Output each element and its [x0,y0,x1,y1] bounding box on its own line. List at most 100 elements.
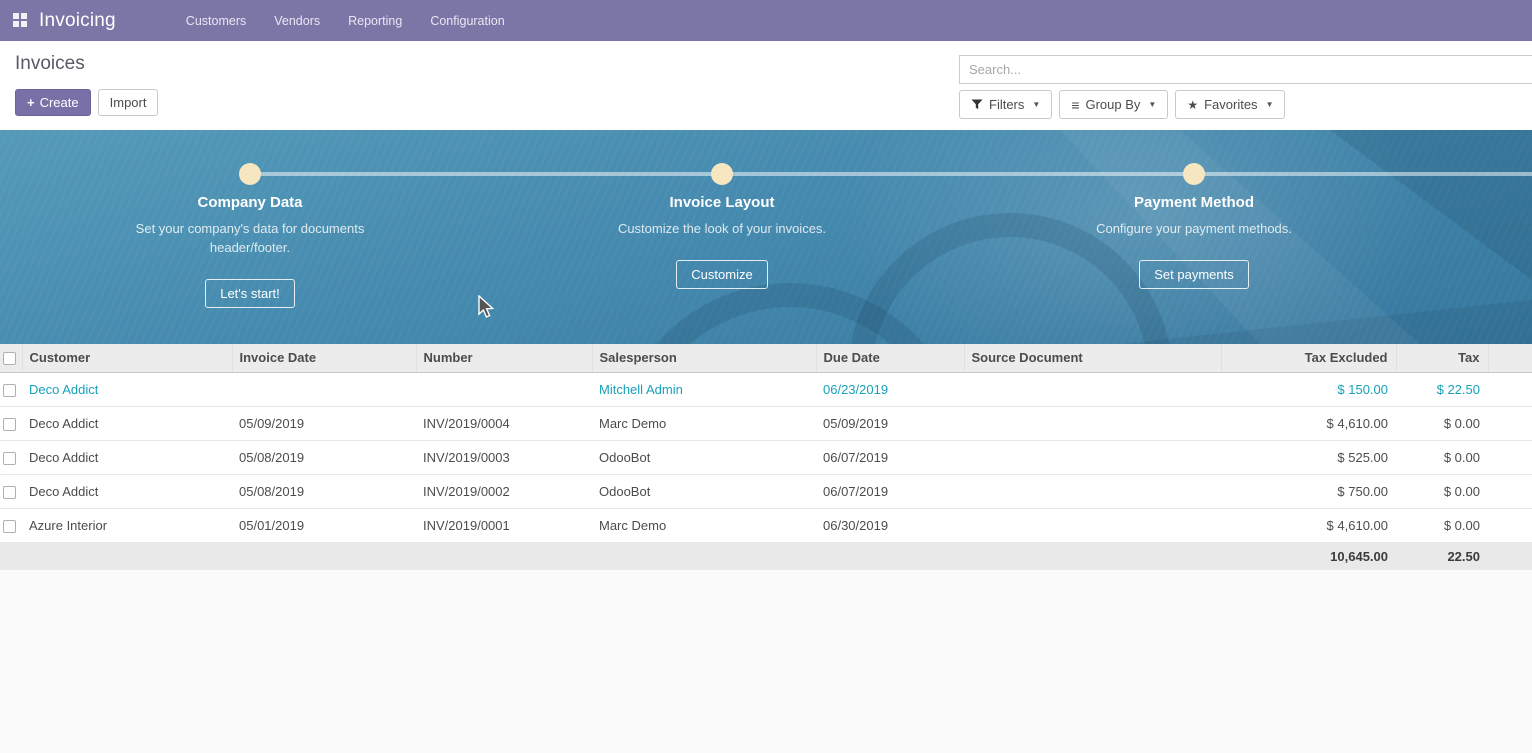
table-totals-row: 10,645.00 22.50 [0,542,1532,570]
cell-source-document[interactable] [964,508,1221,542]
table-row[interactable]: Deco Addict Mitchell Admin06/23/2019 $ 150… [0,372,1532,406]
cell-due-date[interactable]: 06/23/2019 [816,372,964,406]
cell-tax-excluded[interactable]: $ 750.00 [1221,474,1396,508]
plus-icon: + [27,95,35,110]
menu-item-reporting[interactable]: Reporting [334,0,416,41]
cell-customer[interactable]: Deco Addict [22,406,232,440]
total-tax-excluded: 10,645.00 [1221,542,1396,570]
menu-item-configuration[interactable]: Configuration [416,0,518,41]
action-buttons: +Create Import [15,89,158,116]
cell-tax-excluded[interactable]: $ 525.00 [1221,440,1396,474]
cell-tax[interactable]: $ 0.00 [1396,440,1488,474]
group-by-button-label: Group By [1085,97,1140,112]
caret-down-icon: ▼ [1148,100,1156,109]
invoices-table: CustomerInvoice DateNumberSalespersonDue… [0,344,1532,570]
page-title: Invoices [15,53,85,75]
row-checkbox[interactable] [3,520,16,533]
cell-salesperson[interactable]: Mitchell Admin [592,372,816,406]
top-menu: CustomersVendorsReportingConfiguration [172,0,519,41]
table-row[interactable]: Deco Addict05/09/2019INV/2019/0004Marc D… [0,406,1532,440]
cell-customer[interactable]: Deco Addict [22,372,232,406]
cell-tax[interactable]: $ 0.00 [1396,474,1488,508]
cell-customer[interactable]: Deco Addict [22,474,232,508]
column-header-tax[interactable]: Tax [1396,344,1488,372]
favorites-button-label: Favorites [1204,97,1257,112]
control-panel: Invoices +Create Import Filters ▼ ≡ Grou… [0,41,1532,130]
onboarding-step-title: Company Data [14,194,486,211]
cell-invoice-date[interactable]: 05/01/2019 [232,508,416,542]
row-checkbox[interactable] [3,384,16,397]
column-header-due-date[interactable]: Due Date [816,344,964,372]
cell-salesperson[interactable]: Marc Demo [592,508,816,542]
cell-due-date[interactable]: 06/30/2019 [816,508,964,542]
cell-invoice-date[interactable]: 05/08/2019 [232,440,416,474]
import-button[interactable]: Import [98,89,159,116]
cell-invoice-date[interactable]: 05/08/2019 [232,474,416,508]
menu-item-customers[interactable]: Customers [172,0,260,41]
cell-customer[interactable]: Deco Addict [22,440,232,474]
top-navbar: Invoicing CustomersVendorsReportingConfi… [0,0,1532,41]
cell-source-document[interactable] [964,406,1221,440]
cell-number[interactable]: INV/2019/0004 [416,406,592,440]
filters-button[interactable]: Filters ▼ [959,90,1052,119]
cell-number[interactable]: INV/2019/0002 [416,474,592,508]
column-header-number[interactable]: Number [416,344,592,372]
row-checkbox[interactable] [3,452,16,465]
cell-tax-excluded[interactable]: $ 4,610.00 [1221,406,1396,440]
table-row[interactable]: Azure Interior05/01/2019INV/2019/0001Mar… [0,508,1532,542]
onboarding-banner: Company Data Set your company's data for … [0,130,1532,344]
table-row[interactable]: Deco Addict05/08/2019INV/2019/0002OdooBo… [0,474,1532,508]
onboarding-step: Company Data Set your company's data for … [14,130,486,308]
cell-number[interactable] [416,372,592,406]
onboarding-step-title: Payment Method [958,194,1430,211]
onboarding-step-button[interactable]: Customize [676,260,767,289]
select-all-checkbox[interactable] [3,352,16,365]
cell-salesperson[interactable]: OdooBot [592,474,816,508]
apps-grid-icon[interactable] [13,13,28,28]
star-icon: ★ [1187,98,1198,112]
cell-due-date[interactable]: 06/07/2019 [816,474,964,508]
funnel-icon [971,99,983,110]
cell-tax[interactable]: $ 0.00 [1396,406,1488,440]
cell-salesperson[interactable]: OdooBot [592,440,816,474]
cell-customer[interactable]: Azure Interior [22,508,232,542]
onboarding-step-description: Customize the look of your invoices. [597,219,847,238]
cell-due-date[interactable]: 06/07/2019 [816,440,964,474]
cell-salesperson[interactable]: Marc Demo [592,406,816,440]
onboarding-step-button[interactable]: Let's start! [205,279,295,308]
cell-number[interactable]: INV/2019/0001 [416,508,592,542]
cell-number[interactable]: INV/2019/0003 [416,440,592,474]
group-by-button[interactable]: ≡ Group By ▼ [1059,90,1168,119]
column-header-tax-excluded[interactable]: Tax Excluded [1221,344,1396,372]
onboarding-step-title: Invoice Layout [486,194,958,211]
cell-tax[interactable]: $ 22.50 [1396,372,1488,406]
favorites-button[interactable]: ★ Favorites ▼ [1175,90,1285,119]
cell-due-date[interactable]: 05/09/2019 [816,406,964,440]
row-checkbox[interactable] [3,418,16,431]
totals-spacer [0,542,1221,570]
cell-invoice-date[interactable] [232,372,416,406]
cell-source-document[interactable] [964,474,1221,508]
cell-tax[interactable]: $ 0.00 [1396,508,1488,542]
cell-source-document[interactable] [964,440,1221,474]
cell-tax-excluded[interactable]: $ 150.00 [1221,372,1396,406]
search-input[interactable] [959,55,1532,84]
app-brand[interactable]: Invoicing [39,10,116,32]
column-header-source-document[interactable]: Source Document [964,344,1221,372]
create-button[interactable]: +Create [15,89,91,116]
cell-source-document[interactable] [964,372,1221,406]
mouse-cursor [478,295,495,319]
column-header-customer[interactable]: Customer [22,344,232,372]
table-row[interactable]: Deco Addict05/08/2019INV/2019/0003OdooBo… [0,440,1532,474]
row-checkbox[interactable] [3,486,16,499]
onboarding-step-description: Set your company's data for documents he… [125,219,375,257]
menu-item-vendors[interactable]: Vendors [260,0,334,41]
column-header-invoice-date[interactable]: Invoice Date [232,344,416,372]
onboarding-step-button[interactable]: Set payments [1139,260,1249,289]
cell-tax-excluded[interactable]: $ 4,610.00 [1221,508,1396,542]
cell-invoice-date[interactable]: 05/09/2019 [232,406,416,440]
bars-icon: ≡ [1071,98,1079,112]
filters-button-label: Filters [989,97,1024,112]
onboarding-step-description: Configure your payment methods. [1069,219,1319,238]
column-header-salesperson[interactable]: Salesperson [592,344,816,372]
